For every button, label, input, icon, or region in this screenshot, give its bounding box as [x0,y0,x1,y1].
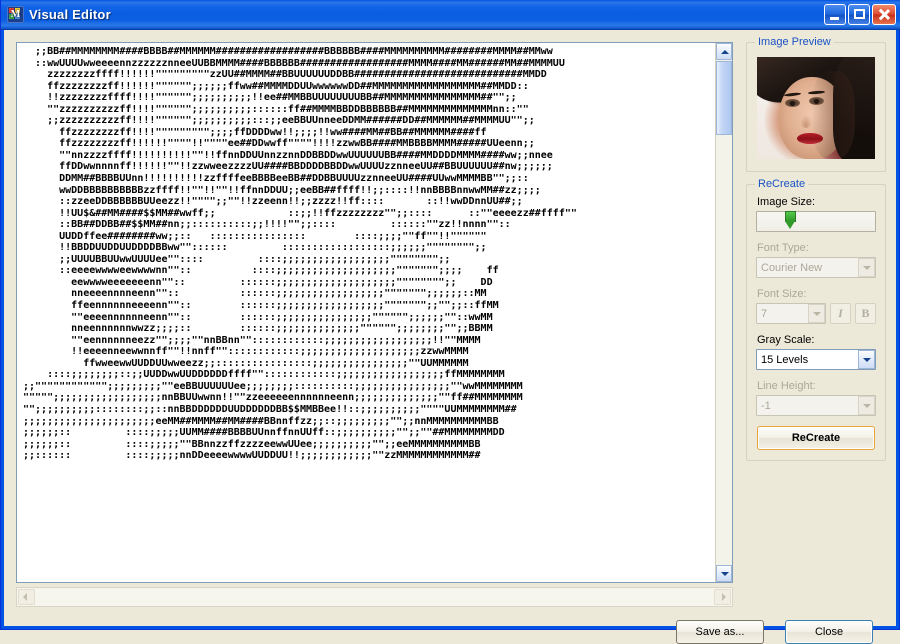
scroll-up-icon[interactable] [716,43,732,60]
preview-image [757,57,875,159]
recreate-button[interactable]: ReCreate [757,426,875,450]
scroll-left-icon[interactable] [18,589,35,605]
side-panel: Image Preview ReCreate Image Size: Font … [746,36,886,473]
close-window-button[interactable] [872,4,896,25]
recreate-title: ReCreate [755,178,809,190]
image-preview-group: Image Preview [746,36,886,172]
font-size-label: Font Size: [757,288,807,300]
ascii-art-panel[interactable]: ;;BB##MMMMMMMM####BBBB##MMMMMM##########… [16,42,733,583]
save-as-button[interactable]: Save as... [676,620,764,644]
ascii-art-viewport[interactable]: ;;BB##MMMMMMMM####BBBB##MMMMMM##########… [17,43,715,582]
title-bar: M Visual Editor [1,0,900,30]
line-height-combobox[interactable]: -1 [756,395,876,416]
ascii-art-text[interactable]: ;;BB##MMMMMMMM####BBBB##MMMMMM##########… [17,43,715,462]
gray-scale-combobox[interactable]: 15 Levels [756,349,876,370]
font-size-row: 7 I B [756,303,876,324]
bold-toggle-button[interactable]: B [855,303,876,324]
minimize-button[interactable] [824,4,846,25]
font-size-value: 7 [761,307,768,320]
close-button[interactable]: Close [785,620,873,644]
horizontal-scrollbar[interactable] [16,587,733,607]
chevron-down-icon[interactable] [858,396,875,415]
recreate-group: ReCreate Image Size: Font Type: Courier … [746,178,886,461]
window-body: ;;BB##MMMMMMMM####BBBB##MMMMMM##########… [1,30,899,644]
window-controls [824,4,899,25]
vertical-scroll-thumb[interactable] [716,61,732,135]
maximize-button[interactable] [848,4,870,25]
line-height-label: Line Height: [757,380,816,392]
font-type-label: Font Type: [757,242,809,254]
line-height-value: -1 [761,399,771,412]
vertical-scrollbar[interactable] [715,43,732,582]
scroll-down-icon[interactable] [716,565,732,582]
font-size-combobox[interactable]: 7 [756,303,826,324]
image-size-slider[interactable] [756,211,876,232]
window-title: Visual Editor [29,7,111,22]
chevron-down-icon[interactable] [808,304,825,323]
font-type-combobox[interactable]: Courier New [756,257,876,278]
gray-scale-value: 15 Levels [761,353,809,366]
scroll-right-icon[interactable] [714,589,731,605]
italic-toggle-button[interactable]: I [830,303,851,324]
image-size-label: Image Size: [757,196,816,208]
image-size-slider-thumb[interactable] [785,211,796,230]
font-type-value: Courier New [761,261,823,274]
gray-scale-label: Gray Scale: [757,334,815,346]
image-preview-title: Image Preview [755,36,834,48]
chevron-down-icon[interactable] [858,350,875,369]
app-icon: M [7,6,24,23]
visual-editor-window: M Visual Editor ;;BB##MMMMMMMM####BBBB##… [0,0,900,644]
chevron-down-icon[interactable] [858,258,875,277]
vertical-scroll-track[interactable] [716,60,732,565]
